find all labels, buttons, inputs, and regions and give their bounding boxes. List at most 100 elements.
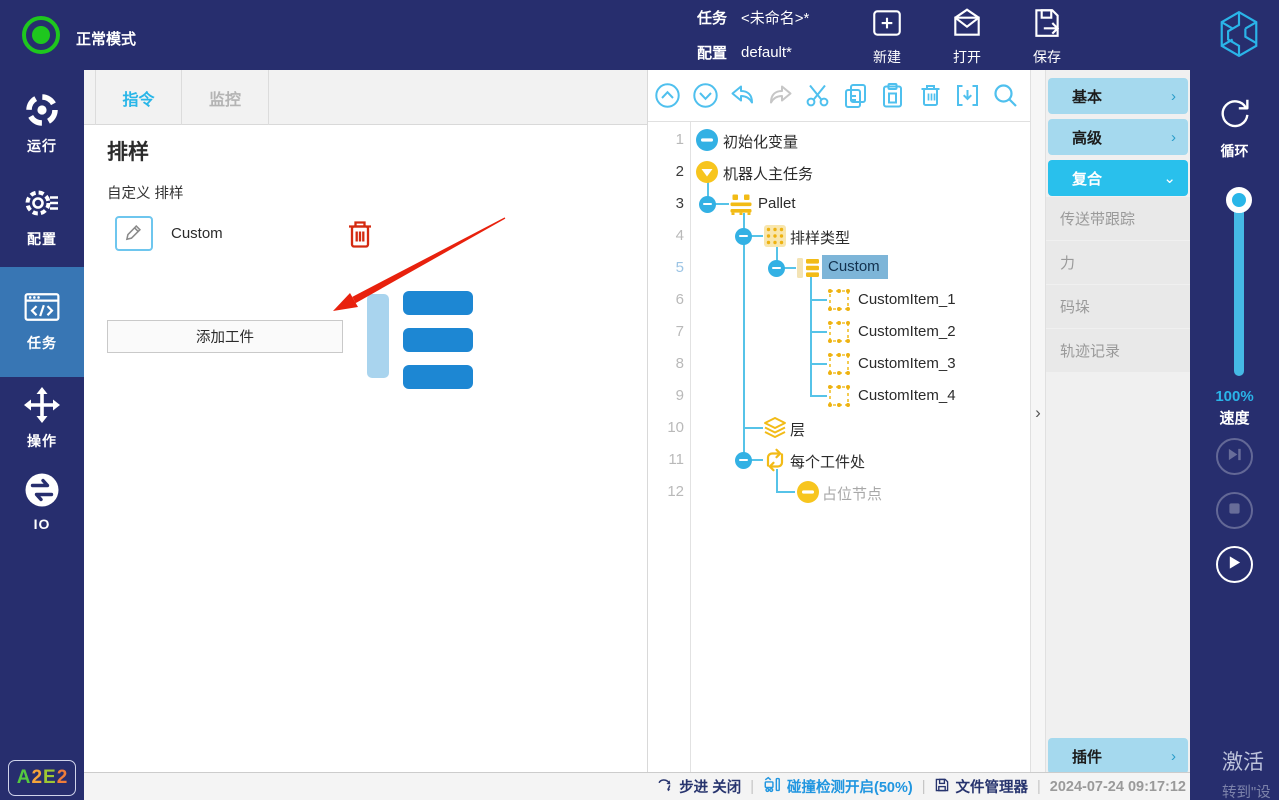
- topbar-action-label: 新建: [873, 47, 901, 67]
- tree-connector: [743, 213, 745, 460]
- tree-node-7[interactable]: CustomItem_2: [858, 323, 956, 340]
- speed-slider-track[interactable]: [1234, 194, 1244, 376]
- category-plugin[interactable]: 插件›: [1048, 738, 1188, 774]
- delete-pattern-button[interactable]: [345, 218, 375, 252]
- rename-pattern-button[interactable]: [115, 216, 153, 251]
- status-bar: 步进 关闭 | 碰撞检测开启(50%) | 文件管理器 | 2024-07-2: [84, 772, 1190, 800]
- tree-row-number: 6: [648, 291, 684, 308]
- category-composite[interactable]: 复合⌄: [1048, 160, 1188, 196]
- search-icon[interactable]: [992, 82, 1019, 109]
- topbar: 正常模式 任务 <未命名>* 配置 default* 新建打开保存: [0, 0, 1279, 70]
- tree-node-4[interactable]: 排样类型: [790, 227, 850, 248]
- tree-node-6[interactable]: CustomItem_1: [858, 291, 956, 308]
- copy-icon[interactable]: [842, 82, 869, 109]
- new-file-icon: [870, 6, 904, 45]
- stop-button[interactable]: [1216, 492, 1253, 529]
- stop-icon: [1228, 502, 1241, 520]
- sidebar-item-config[interactable]: 配置: [0, 183, 84, 249]
- command-item-3[interactable]: 码垛: [1046, 285, 1190, 328]
- insert-icon[interactable]: [954, 82, 981, 109]
- separator: |: [922, 779, 926, 795]
- collapse-toggle[interactable]: [735, 452, 752, 469]
- pallet-icon: [728, 191, 754, 217]
- trash-icon: [345, 239, 375, 256]
- task-config-info: 任务 <未命名>* 配置 default*: [697, 0, 809, 70]
- tree-node-1[interactable]: 初始化变量: [723, 131, 798, 152]
- tree-row-number: 9: [648, 387, 684, 404]
- step-mode-status[interactable]: 步进 关闭: [657, 776, 741, 797]
- sidebar-item-label: 任务: [27, 333, 57, 353]
- cut-icon[interactable]: [804, 82, 831, 109]
- chevron-right-icon: ›: [1171, 88, 1176, 105]
- tree-toolbar: [648, 70, 1030, 122]
- speed-readout: 100% 速度: [1190, 388, 1279, 428]
- collision-detection-status[interactable]: 碰撞检测开启(50%): [763, 776, 913, 797]
- move-icon: [22, 385, 62, 425]
- tree-node-12[interactable]: 占位节点: [822, 483, 882, 504]
- move-down-icon[interactable]: [692, 82, 719, 109]
- config-value: default*: [741, 44, 792, 61]
- add-workpiece-button[interactable]: 添加工件: [107, 320, 343, 353]
- tree-node-9[interactable]: CustomItem_4: [858, 387, 956, 404]
- custom-item-icon: [826, 383, 852, 409]
- topbar-action-新建[interactable]: 新建: [870, 6, 904, 67]
- topbar-action-label: 打开: [953, 47, 981, 67]
- paste-icon[interactable]: [879, 82, 906, 109]
- collapse-toggle[interactable]: [768, 260, 785, 277]
- category-advanced[interactable]: 高级›: [1048, 119, 1188, 155]
- pallet-pattern-graphic: [367, 291, 559, 453]
- sidebar-item-task[interactable]: 任务: [0, 267, 84, 377]
- pallet-side-bar: [367, 294, 389, 378]
- tree-node-11[interactable]: 每个工件处: [790, 451, 865, 472]
- tree-node-5[interactable]: Custom: [822, 255, 888, 279]
- category-basic[interactable]: 基本 ›: [1048, 78, 1188, 114]
- category-label: 高级: [1072, 127, 1102, 148]
- file-manager-button[interactable]: 文件管理器: [934, 776, 1028, 797]
- config-icon: [22, 183, 62, 223]
- badge-char: 2: [57, 767, 68, 789]
- tab-monitor[interactable]: 监控: [182, 70, 269, 125]
- annotation-arrow: [84, 70, 648, 772]
- sidebar-item-run[interactable]: 运行: [0, 90, 84, 156]
- tree-node-3[interactable]: Pallet: [758, 195, 796, 212]
- program-tree-panel: 1初始化变量2机器人主任务3Pallet4排样类型5Custom6CustomI…: [648, 70, 1030, 772]
- command-item-4[interactable]: 轨迹记录: [1046, 329, 1190, 372]
- delete-icon[interactable]: [917, 82, 944, 109]
- topbar-action-打开[interactable]: 打开: [950, 6, 984, 67]
- tree-node-2[interactable]: 机器人主任务: [723, 163, 813, 184]
- robot-badge[interactable]: A2E2: [8, 760, 76, 796]
- tree-row-number: 10: [648, 419, 684, 436]
- speed-slider-handle[interactable]: [1226, 187, 1252, 213]
- collapse-toggle[interactable]: [735, 228, 752, 245]
- watermark-line2: 转到"设: [1222, 781, 1279, 800]
- tree-connector: [776, 491, 795, 493]
- step-forward-button[interactable]: [1216, 438, 1253, 475]
- command-category-panel: 基本›高级›复合⌄传送带跟踪力码垛轨迹记录插件›: [1046, 70, 1190, 772]
- sidebar-item-io[interactable]: IO: [0, 470, 84, 532]
- chevron-right-icon: ›: [1171, 748, 1176, 765]
- undo-icon[interactable]: [729, 82, 756, 109]
- category-label: 复合: [1072, 168, 1102, 189]
- tab-bar: 指令 监控: [84, 70, 647, 125]
- tree-connector: [810, 363, 827, 365]
- play-button[interactable]: [1216, 546, 1253, 583]
- command-item-1[interactable]: 传送带跟踪: [1046, 197, 1190, 240]
- tree-node-8[interactable]: CustomItem_3: [858, 355, 956, 372]
- command-item-2[interactable]: 力: [1046, 241, 1190, 284]
- expand-panel-button[interactable]: ›: [1030, 400, 1046, 426]
- custom-item-icon: [826, 287, 852, 313]
- move-up-icon[interactable]: [654, 82, 681, 109]
- topbar-action-保存[interactable]: 保存: [1030, 6, 1064, 67]
- tree-row-number: 3: [648, 195, 684, 212]
- layers-icon: [762, 415, 788, 441]
- custom-pattern-icon: [795, 255, 821, 281]
- placeholder-icon: [795, 479, 821, 505]
- category-label: 基本: [1072, 86, 1102, 107]
- tree-node-10[interactable]: 层: [790, 419, 805, 440]
- collapse-toggle[interactable]: [699, 196, 716, 213]
- mode-indicator-icon: [22, 16, 60, 54]
- loop-mode[interactable]: 循环: [1190, 94, 1279, 161]
- sidebar-item-operate[interactable]: 操作: [0, 385, 84, 451]
- datetime-display: 2024-07-24 09:17:12: [1050, 779, 1186, 795]
- tab-instruction[interactable]: 指令: [95, 70, 182, 125]
